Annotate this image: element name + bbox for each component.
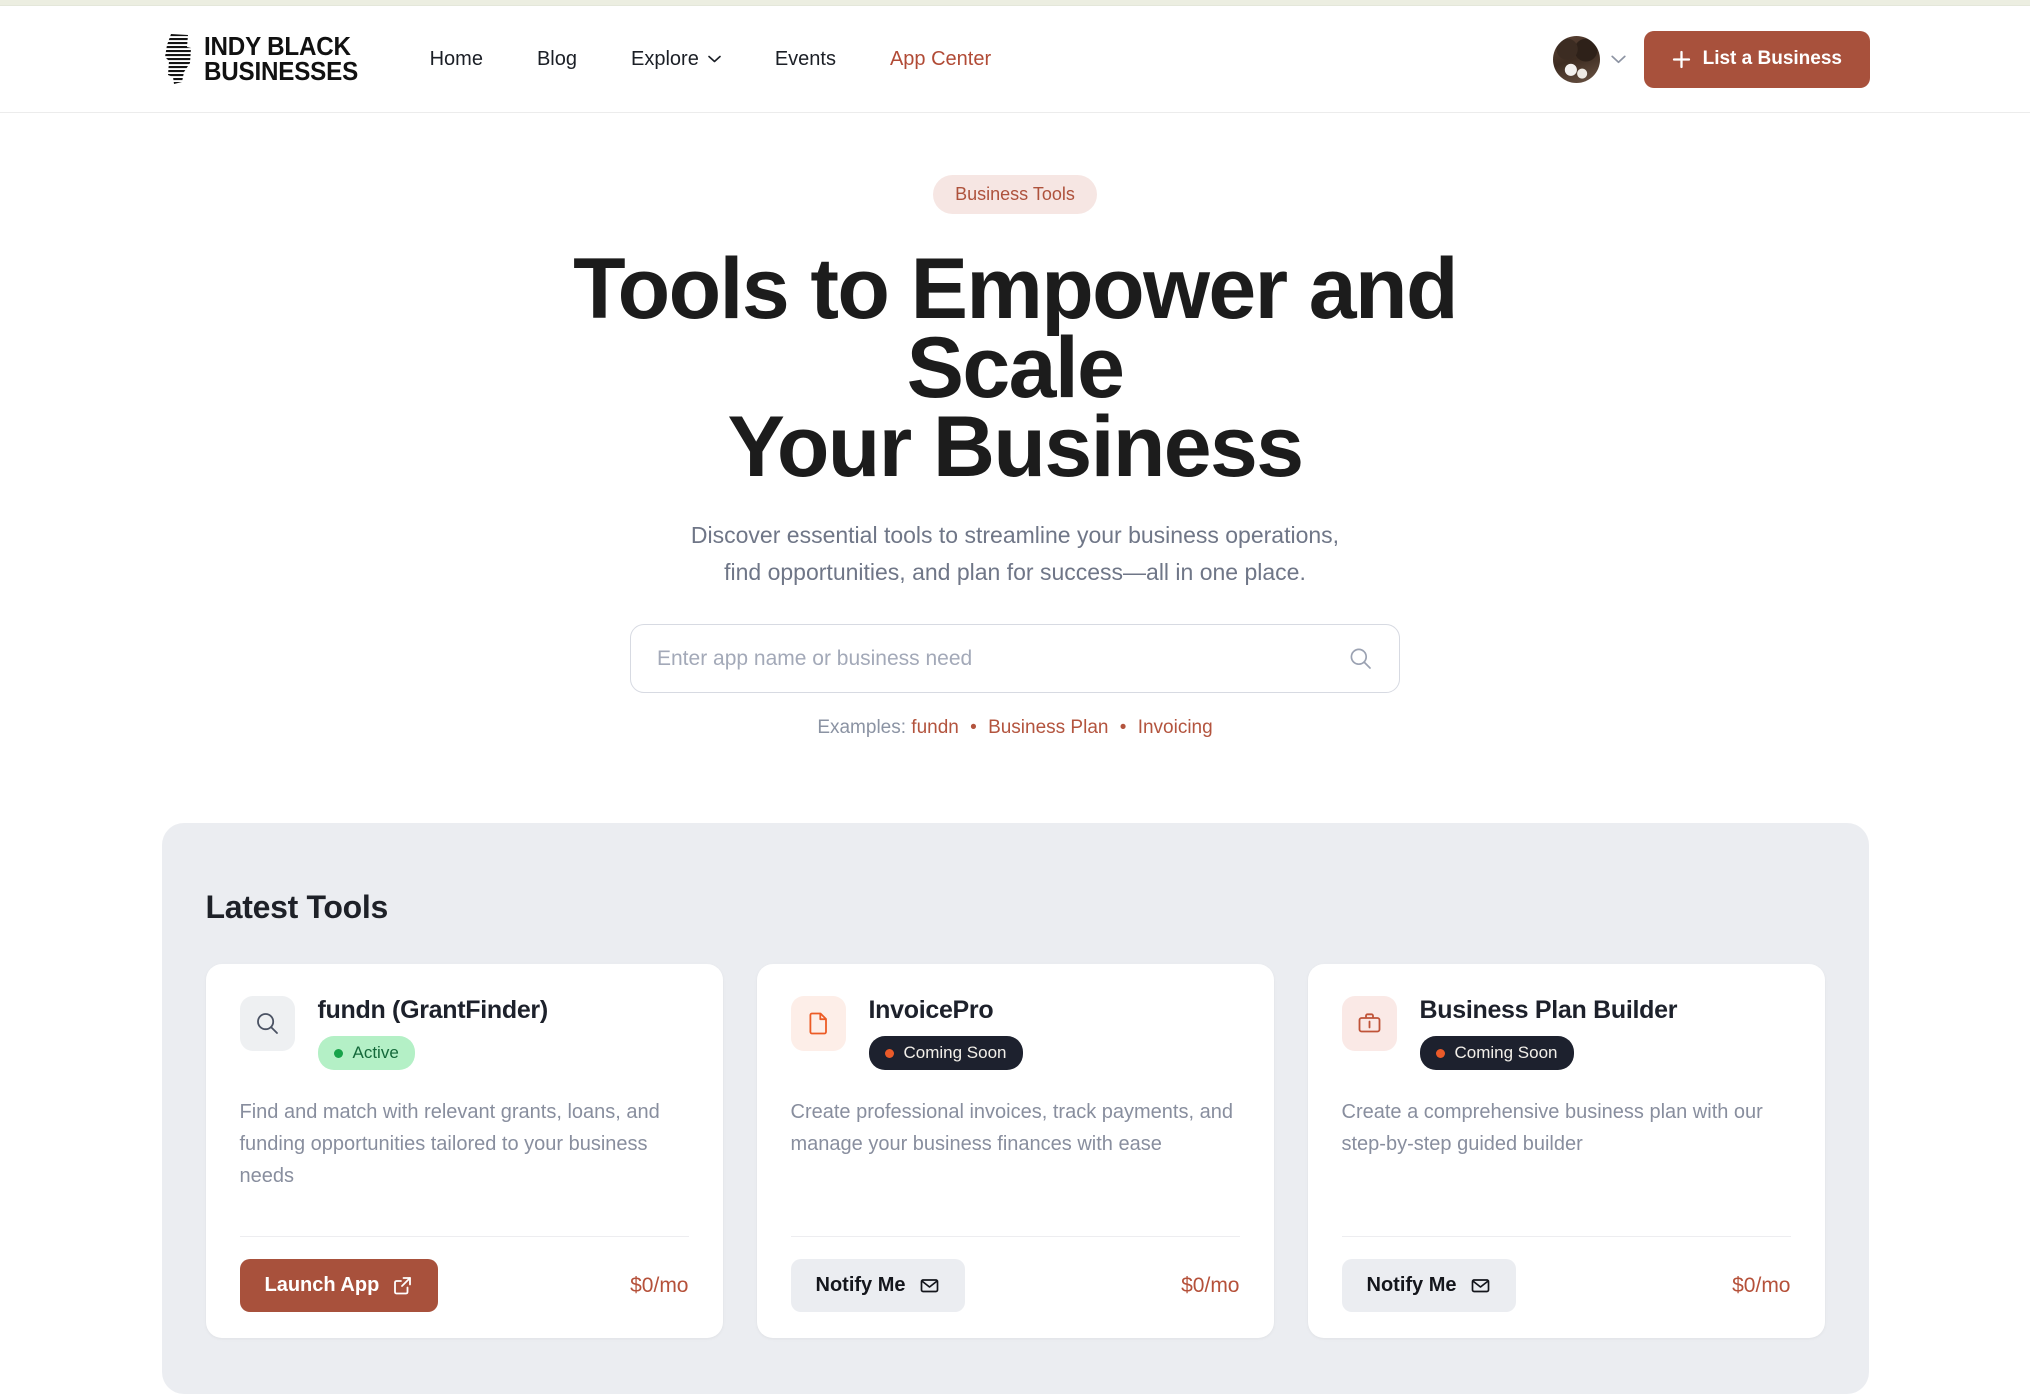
card-header: Business Plan Builder Coming Soon xyxy=(1341,996,1791,1070)
button-label: Launch App xyxy=(264,1274,380,1296)
status-dot-icon xyxy=(884,1048,894,1058)
hero-badge: Business Tools xyxy=(933,175,1097,214)
nav-label: App Center xyxy=(889,47,992,70)
card-header-text: InvoicePro Coming Soon xyxy=(868,996,1023,1070)
card-header: InvoicePro Coming Soon xyxy=(790,996,1240,1070)
tool-icon-container xyxy=(239,996,295,1051)
section-title: Latest Tools xyxy=(205,889,389,925)
tool-icon-container xyxy=(1341,996,1397,1051)
tool-price: $0/mo xyxy=(630,1273,689,1297)
envelope-icon xyxy=(1471,1279,1489,1293)
card-footer: Notify Me $0/mo xyxy=(1341,1236,1791,1312)
tool-description: Create professional invoices, track paym… xyxy=(790,1101,1233,1155)
example-link-invoicing[interactable]: Invoicing xyxy=(1138,717,1213,738)
envelope-icon xyxy=(920,1279,938,1293)
launch-app-button[interactable]: Launch App xyxy=(239,1259,439,1312)
brand-line-2: Businesses xyxy=(204,56,359,86)
briefcase-icon xyxy=(1358,1013,1380,1033)
tool-card-business-plan-builder[interactable]: Business Plan Builder Coming Soon Create… xyxy=(1307,964,1825,1338)
nav-label: Blog xyxy=(536,47,577,70)
brand-wordmark: Indy Black Businesses xyxy=(204,33,370,86)
status-label: Coming Soon xyxy=(1454,1043,1558,1062)
brand-logo[interactable]: Indy Black Businesses xyxy=(160,33,370,85)
magnifier-icon xyxy=(256,1013,278,1034)
card-header: fundn (GrantFinder) Active xyxy=(239,996,689,1070)
tool-card-invoicepro[interactable]: InvoicePro Coming Soon Create profession… xyxy=(756,964,1274,1338)
hero-subtitle: Discover essential tools to streamline y… xyxy=(0,517,2030,591)
nav-item-events[interactable]: Events xyxy=(775,48,836,71)
external-link-icon xyxy=(394,1277,412,1295)
search-examples: Examples: fundn • Business Plan • Invoic… xyxy=(0,717,2030,739)
card-header-text: fundn (GrantFinder) Active xyxy=(317,996,549,1070)
nav-item-explore[interactable]: Explore xyxy=(631,48,721,71)
main-nav: Home Blog Explore Events App Center xyxy=(430,48,992,71)
header-actions: List a Business xyxy=(1552,30,1870,88)
page-title-line-2: Your Business xyxy=(727,399,1305,495)
tool-name: fundn (GrantFinder) xyxy=(317,996,549,1024)
account-menu[interactable] xyxy=(1552,35,1626,83)
status-dot-icon xyxy=(333,1048,343,1058)
tool-description: Create a comprehensive business plan wit… xyxy=(1341,1101,1763,1155)
indiana-state-logo-icon xyxy=(165,34,191,84)
card-header-text: Business Plan Builder Coming Soon xyxy=(1419,996,1678,1070)
status-badge: Active xyxy=(317,1036,415,1070)
example-separator: • xyxy=(1119,717,1127,738)
file-document-icon xyxy=(809,1012,827,1035)
search-bar[interactable] xyxy=(630,624,1400,693)
site-header: Indy Black Businesses Home Blog Explore … xyxy=(0,6,2030,113)
chevron-down-icon xyxy=(1610,55,1626,63)
page-title: Tools to Empower and Scale Your Business xyxy=(455,246,1575,490)
status-label: Active xyxy=(352,1043,399,1062)
status-badge: Coming Soon xyxy=(868,1036,1023,1070)
button-label: Notify Me xyxy=(1366,1274,1457,1296)
chevron-down-icon xyxy=(708,55,721,63)
avatar xyxy=(1552,35,1600,83)
notify-me-button[interactable]: Notify Me xyxy=(790,1259,965,1312)
latest-tools-panel: Latest Tools fundn (GrantFinder) Active xyxy=(161,823,1869,1394)
nav-label: Home xyxy=(429,47,483,70)
tool-price: $0/mo xyxy=(1181,1273,1240,1297)
hero-subtitle-line-2: find opportunities, and plan for success… xyxy=(724,559,1306,585)
cta-label: List a Business xyxy=(1702,48,1842,69)
notify-me-button[interactable]: Notify Me xyxy=(1341,1259,1516,1312)
list-a-business-button[interactable]: List a Business xyxy=(1643,30,1870,88)
status-badge: Coming Soon xyxy=(1419,1036,1574,1070)
search-icon[interactable] xyxy=(1348,646,1373,671)
example-link-fundn[interactable]: fundn xyxy=(911,717,959,738)
nav-label: Explore xyxy=(631,47,699,70)
nav-item-blog[interactable]: Blog xyxy=(537,48,577,71)
card-footer: Notify Me $0/mo xyxy=(790,1236,1240,1312)
nav-item-app-center[interactable]: App Center xyxy=(890,48,991,71)
button-label: Notify Me xyxy=(815,1274,906,1296)
tool-card-list: fundn (GrantFinder) Active Find and matc… xyxy=(205,964,1825,1338)
tool-price: $0/mo xyxy=(1732,1273,1791,1297)
tool-name: InvoicePro xyxy=(868,996,994,1024)
example-separator: • xyxy=(970,717,977,738)
tool-name: Business Plan Builder xyxy=(1419,996,1678,1024)
page-title-line-1: Tools to Empower and Scale xyxy=(573,241,1458,416)
nav-label: Events xyxy=(774,47,836,70)
tool-card-fundn[interactable]: fundn (GrantFinder) Active Find and matc… xyxy=(205,964,723,1338)
card-footer: Launch App $0/mo xyxy=(239,1236,689,1312)
example-link-business-plan[interactable]: Business Plan xyxy=(988,717,1108,738)
tool-icon-container xyxy=(790,996,846,1051)
hero-subtitle-line-1: Discover essential tools to streamline y… xyxy=(690,522,1340,548)
nav-item-home[interactable]: Home xyxy=(430,48,483,71)
search-input[interactable] xyxy=(657,646,1348,671)
examples-label: Examples: xyxy=(817,717,907,738)
plus-icon xyxy=(1672,50,1690,68)
status-dot-icon xyxy=(1435,1048,1445,1058)
tool-description: Find and match with relevant grants, loa… xyxy=(239,1101,660,1187)
status-label: Coming Soon xyxy=(903,1043,1007,1062)
hero-section: Business Tools Tools to Empower and Scal… xyxy=(0,113,2030,739)
